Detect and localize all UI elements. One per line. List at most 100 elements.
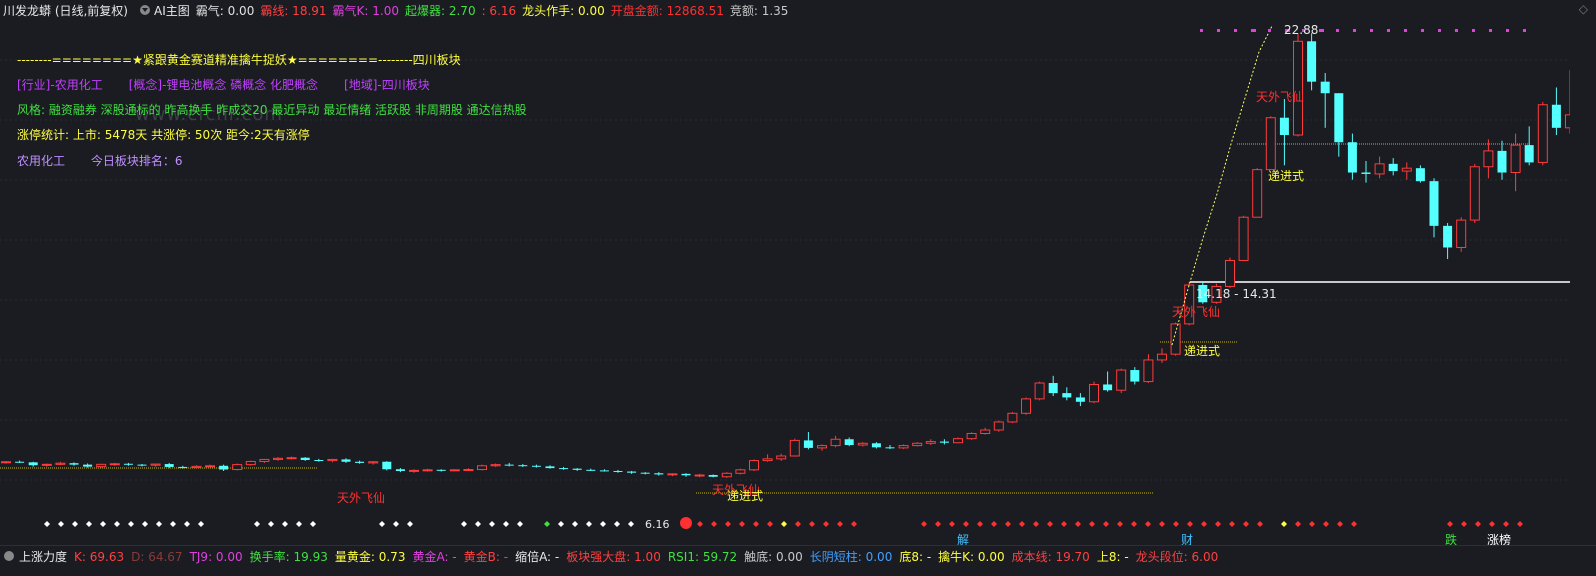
signal-marker — [407, 521, 413, 527]
ai-dropdown-icon[interactable] — [140, 5, 150, 15]
top-marker — [1253, 29, 1256, 32]
signal-marker — [310, 521, 316, 527]
candle-body — [1157, 353, 1167, 361]
candle-body — [572, 468, 582, 470]
low-price-tag: 6.16 — [645, 518, 670, 531]
signal-marker — [991, 521, 997, 527]
signal-marker — [1309, 521, 1315, 527]
candle-body — [1238, 216, 1249, 261]
footer-indicator: 黄金B: - — [463, 549, 509, 564]
ai-main-chart-label[interactable]: AI主图 — [154, 2, 190, 19]
signal-marker — [1475, 521, 1481, 527]
signal-marker — [544, 521, 550, 527]
candle-body — [436, 469, 446, 471]
candle-body — [735, 469, 746, 474]
candle-body — [681, 473, 691, 476]
signal-marker — [268, 521, 274, 527]
footer-indicator: 黄金A: - — [412, 549, 457, 564]
candle-body — [314, 460, 324, 462]
signal-marker — [1075, 521, 1081, 527]
indicator-value: 竞额: 1.35 — [729, 3, 789, 18]
signal-marker — [739, 521, 745, 527]
footer-indicator: 缩倍A: - — [515, 549, 560, 564]
signal-marker — [86, 521, 92, 527]
candle-body — [1415, 168, 1425, 182]
candle-body — [137, 464, 147, 466]
signal-marker — [837, 521, 843, 527]
signal-marker — [1117, 521, 1123, 527]
candle-body — [885, 447, 895, 449]
candle-body — [69, 463, 79, 465]
signal-marker — [851, 521, 857, 527]
signal-marker — [1517, 521, 1523, 527]
footer-indicator: 上涨力度 — [19, 549, 68, 564]
signal-marker — [1089, 521, 1095, 527]
signal-label: 递进式 — [1268, 169, 1305, 183]
signal-marker — [1047, 521, 1053, 527]
signal-marker — [44, 521, 50, 527]
top-marker — [1404, 29, 1407, 32]
signal-marker — [1461, 521, 1467, 527]
signal-marker — [558, 521, 564, 527]
signal-marker — [921, 521, 927, 527]
stock-title: 川发龙蟒 (日线,前复权) — [3, 3, 128, 18]
candle-body — [1170, 323, 1181, 355]
candle-body — [1497, 150, 1507, 173]
candle-body — [966, 432, 977, 440]
candle-body — [925, 441, 936, 444]
footer-dropdown-icon[interactable] — [4, 551, 14, 561]
signal-marker — [100, 521, 106, 527]
candle-body — [1524, 145, 1534, 163]
candle-body — [518, 465, 528, 467]
candle-body — [28, 462, 38, 466]
indicator-values: 霸气: 0.00 霸线: 18.91 霸气K: 1.00 起爆器: 2.70: 6.1… — [196, 2, 795, 19]
signal-marker — [1159, 521, 1165, 527]
candle-body — [1347, 142, 1357, 173]
info-stats-row: 涨停统计: 上市: 5478天 共涨停: 50次 距今:2天有涨停 — [17, 128, 310, 142]
candle-body — [871, 443, 881, 448]
candle-body — [300, 457, 310, 461]
signal-marker — [1257, 521, 1263, 527]
candle-body — [789, 439, 800, 457]
signal-marker — [170, 521, 176, 527]
candle-body — [531, 465, 541, 467]
info-sector-row: 农用化工 今日板块排名：6 — [17, 152, 188, 169]
candlestick-chart[interactable] — [0, 20, 1570, 544]
candle-body — [1401, 167, 1412, 172]
candle-body — [83, 464, 93, 467]
candle-body — [667, 473, 678, 476]
info-tag: [地域]-四川板块 — [344, 78, 430, 92]
candle-body — [776, 455, 787, 460]
signal-marker — [725, 521, 731, 527]
candle-body — [178, 466, 188, 468]
candle-body — [164, 464, 174, 467]
top-marker — [1489, 29, 1492, 32]
indicator-value: 开盘金额: 12868.51 — [610, 3, 724, 18]
signal-marker — [795, 521, 801, 527]
candle-body — [259, 458, 270, 462]
signal-marker — [935, 521, 941, 527]
signal-marker — [156, 521, 162, 527]
candle-body — [355, 461, 365, 463]
high-price-label: 22.88 — [1284, 23, 1319, 37]
sector-name: 农用化工 — [17, 154, 66, 168]
candle-body — [627, 471, 637, 473]
candle-body — [1469, 166, 1480, 221]
candle-body — [463, 469, 474, 472]
candle-body — [1034, 382, 1045, 400]
top-marker — [1200, 29, 1203, 32]
signal-marker — [781, 521, 787, 527]
indicator-value: 霸气: 0.00 — [195, 3, 255, 18]
footer-indicator: 板块强大盘: 1.00 — [566, 549, 661, 564]
signal-marker — [614, 521, 620, 527]
signal-marker — [1503, 521, 1509, 527]
candle-body — [640, 472, 650, 474]
candle-body — [857, 442, 868, 446]
top-marker — [1268, 29, 1271, 32]
candle-body — [1225, 259, 1235, 287]
candle-body — [109, 463, 120, 466]
candle-body — [1388, 163, 1398, 172]
signal-marker — [628, 521, 634, 527]
diamond-icon[interactable]: ◇ — [1579, 2, 1588, 16]
candle-body — [477, 465, 487, 471]
